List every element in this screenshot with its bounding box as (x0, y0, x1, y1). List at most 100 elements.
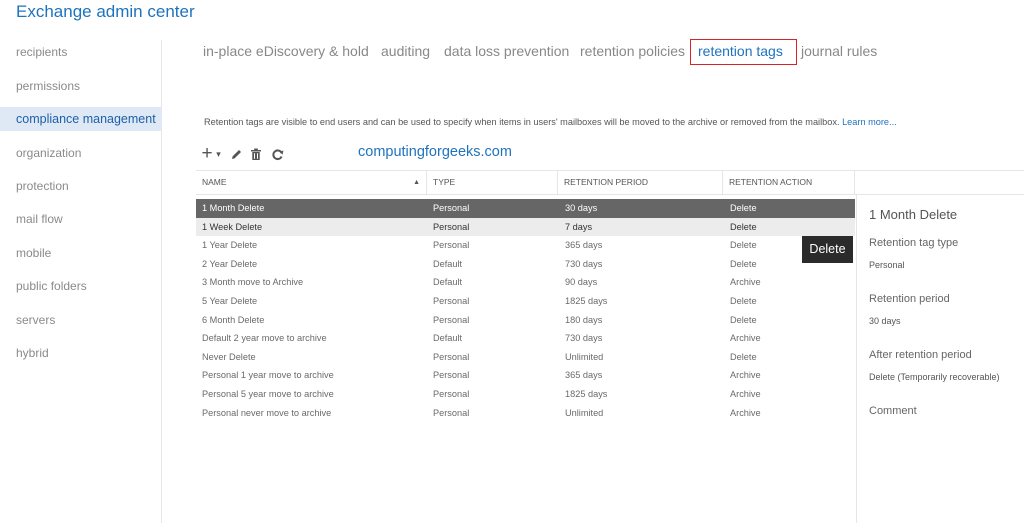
tab-data-loss-prevention[interactable]: data loss prevention (444, 43, 569, 59)
cell-retention-period: 365 days (565, 370, 603, 381)
watermark-text: computingforgeeks.com (358, 144, 512, 160)
table-row[interactable]: Personal 5 year move to archive Personal… (196, 385, 855, 404)
cell-name: Personal never move to archive (202, 407, 332, 418)
retention-tags-highlight-box (690, 39, 797, 65)
sidebar-item-public-folders[interactable]: public folders (16, 279, 87, 293)
table-row[interactable]: Never Delete Personal Unlimited Delete (196, 348, 855, 367)
sidebar-item-recipients[interactable]: recipients (16, 45, 67, 59)
cell-retention-period: 1825 days (565, 295, 608, 306)
cell-retention-action: Delete (730, 295, 757, 306)
column-header-name[interactable]: NAME ▲ (196, 171, 427, 194)
app-title: Exchange admin center (16, 2, 195, 21)
learn-more-link[interactable]: Learn more... (842, 117, 897, 127)
cell-type: Default (433, 277, 463, 288)
table-row[interactable]: 1 Week Delete Personal 7 days Delete (196, 217, 855, 237)
table-row[interactable]: 5 Year Delete Personal 1825 days Delete (196, 292, 855, 311)
cell-name: 5 Year Delete (202, 295, 258, 306)
dropdown-arrow-icon[interactable]: ▾ (214, 145, 223, 163)
edit-pencil-icon[interactable] (229, 145, 243, 163)
cell-type: Default (433, 258, 463, 269)
cell-retention-period: 730 days (565, 333, 603, 344)
cell-type: Personal (433, 221, 470, 232)
cell-name: Default 2 year move to archive (202, 333, 327, 344)
cell-type: Personal (433, 203, 470, 213)
cell-type: Personal (433, 314, 470, 325)
grid-header: NAME ▲ TYPE RETENTION PERIOD RETENTION A… (196, 170, 1024, 195)
sidebar-item-organization[interactable]: organization (16, 146, 81, 160)
column-header-type[interactable]: TYPE (427, 171, 558, 194)
cell-name: 1 Month Delete (202, 203, 265, 213)
sidebar-item-hybrid[interactable]: hybrid (16, 346, 49, 360)
cell-retention-action: Archive (730, 388, 761, 399)
cell-type: Personal (433, 370, 470, 381)
page-description: Retention tags are visible to end users … (204, 117, 897, 127)
cell-type: Personal (433, 388, 470, 399)
column-header-retention-period[interactable]: RETENTION PERIOD (558, 171, 723, 194)
sidebar-item-compliance-management[interactable]: compliance management (0, 107, 162, 131)
sidebar-item-protection[interactable]: protection (16, 179, 69, 193)
sidebar-nav: recipients permissions compliance manage… (0, 40, 162, 523)
retention-tag-type-label: Retention tag type (869, 237, 959, 249)
column-header-retention-action[interactable]: RETENTION ACTION (723, 171, 855, 194)
tab-journal-rules[interactable]: journal rules (801, 43, 877, 59)
table-row[interactable]: 2 Year Delete Default 730 days Delete (196, 255, 855, 274)
table-row[interactable]: 1 Year Delete Personal 365 days Delete (196, 236, 855, 255)
details-pane: 1 Month Delete Retention tag type Person… (856, 195, 1024, 523)
cell-name: 6 Month Delete (202, 314, 265, 325)
sidebar-item-servers[interactable]: servers (16, 313, 55, 327)
cell-retention-period: 7 days (565, 221, 593, 232)
table-row[interactable]: Default 2 year move to archive Default 7… (196, 329, 855, 348)
cell-retention-action: Delete (730, 314, 757, 325)
add-icon[interactable]: + (200, 143, 214, 164)
cell-name: 2 Year Delete (202, 258, 258, 269)
sidebar-item-mobile[interactable]: mobile (16, 246, 51, 260)
cell-retention-period: Unlimited (565, 407, 604, 418)
retention-tag-type-value: Personal (869, 260, 905, 270)
table-row[interactable]: Personal 1 year move to archive Personal… (196, 366, 855, 385)
column-header-label: NAME (202, 177, 227, 187)
cell-name: 3 Month move to Archive (202, 277, 304, 288)
table-row[interactable]: 6 Month Delete Personal 180 days Delete (196, 311, 855, 330)
cell-retention-period: 1825 days (565, 388, 608, 399)
cell-type: Default (433, 333, 463, 344)
cell-type: Personal (433, 407, 470, 418)
cell-type: Personal (433, 240, 470, 251)
cell-name: Personal 1 year move to archive (202, 370, 334, 381)
table-row[interactable]: 1 Month Delete Personal 30 days Delete (196, 199, 855, 218)
table-row[interactable]: 3 Month move to Archive Default 90 days … (196, 273, 855, 292)
cell-retention-action: Delete (730, 351, 757, 362)
cell-retention-action: Delete (730, 221, 757, 232)
cell-name: 1 Year Delete (202, 240, 258, 251)
cell-retention-action: Archive (730, 333, 761, 344)
exchange-admin-center: Exchange admin center recipients permiss… (0, 0, 1024, 523)
retention-period-label: Retention period (869, 293, 950, 305)
cell-retention-period: 90 days (565, 277, 598, 288)
tab-retention-policies[interactable]: retention policies (580, 43, 685, 59)
cell-retention-action: Delete (730, 240, 757, 251)
tab-in-place-ediscovery-hold[interactable]: in-place eDiscovery & hold (203, 43, 369, 59)
cell-retention-period: 30 days (565, 203, 598, 213)
column-header-details (855, 171, 1024, 194)
sidebar-item-mail-flow[interactable]: mail flow (16, 212, 63, 226)
sidebar-item-permissions[interactable]: permissions (16, 79, 80, 93)
cell-retention-action: Archive (730, 407, 761, 418)
after-retention-period-label: After retention period (869, 349, 972, 361)
after-retention-period-value: Delete (Temporarily recoverable) (869, 372, 1000, 382)
details-title: 1 Month Delete (869, 207, 958, 222)
cell-name: Personal 5 year move to archive (202, 388, 334, 399)
table-row[interactable]: Personal never move to archive Personal … (196, 404, 855, 423)
cell-retention-period: 365 days (565, 240, 603, 251)
cell-retention-action: Delete (730, 203, 757, 213)
tab-auditing[interactable]: auditing (381, 43, 430, 59)
cell-retention-period: Unlimited (565, 351, 604, 362)
cell-retention-action: Delete (730, 258, 757, 269)
cell-type: Personal (433, 295, 470, 306)
cell-retention-period: 180 days (565, 314, 603, 325)
description-text: Retention tags are visible to end users … (204, 117, 840, 127)
retention-tags-table: 1 Month Delete Personal 30 days Delete 1… (196, 199, 855, 422)
refresh-icon[interactable] (270, 145, 284, 163)
cell-name: 1 Week Delete (202, 221, 263, 232)
cell-retention-period: 730 days (565, 258, 603, 269)
delete-trash-icon[interactable] (249, 145, 263, 163)
cell-retention-action: Archive (730, 277, 761, 288)
